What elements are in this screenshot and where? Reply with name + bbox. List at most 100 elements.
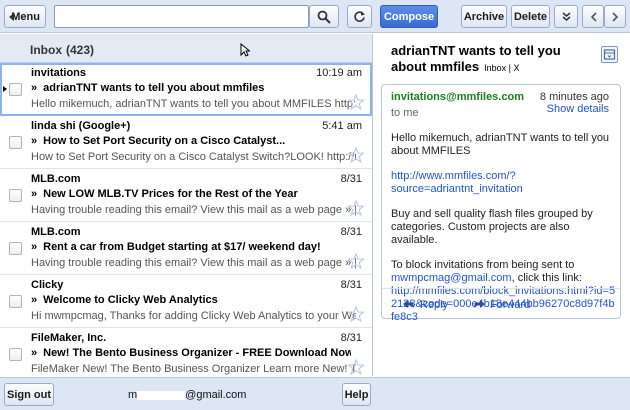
message-checkbox[interactable]	[9, 189, 22, 202]
chevron-left-icon	[590, 11, 597, 22]
star-icon[interactable]	[348, 147, 364, 163]
message-row[interactable]: FileMaker, Inc. 8/31 » New! The Bento Busin…	[0, 328, 372, 376]
menu-button-label: Menu	[11, 10, 40, 23]
star-icon[interactable]	[348, 359, 364, 375]
menu-button[interactable]: Menu	[4, 5, 46, 28]
forward-label: Forward	[490, 299, 531, 311]
message-row[interactable]: MLB.com 8/31 » Rent a car from Budget start…	[0, 222, 372, 275]
mouse-cursor-icon	[240, 43, 250, 57]
message-subject-text: New! The Bento Business Organizer - FREE…	[43, 347, 351, 359]
message-row[interactable]: MLB.com 8/31 » New LOW MLB.TV Prices for th…	[0, 169, 372, 222]
delete-button-label: Delete	[513, 10, 548, 23]
message-snippet: Having trouble reading this email? View …	[31, 204, 356, 216]
subject-marker: »	[31, 294, 38, 306]
help-button[interactable]: Help	[342, 383, 371, 406]
body-block-mid: , click this link:	[511, 272, 582, 284]
subject-marker: »	[31, 241, 38, 253]
show-details-link[interactable]: Show details	[547, 103, 609, 115]
message-subject: » New! The Bento Business Organizer - FRE…	[31, 347, 351, 359]
star-icon[interactable]	[348, 200, 364, 216]
body-block-intro: To block invitations from being sent to	[391, 259, 575, 271]
body-paragraph-2: Buy and sell quality flash files grouped…	[391, 208, 593, 246]
compose-button[interactable]: Compose	[380, 5, 438, 28]
archive-toggle-icon[interactable]	[601, 46, 618, 63]
message-from[interactable]: invitations@mmfiles.com	[391, 91, 524, 103]
message-snippet: FileMaker New! The Bento Business Organi…	[31, 363, 356, 375]
message-checkbox[interactable]	[9, 242, 22, 255]
sign-out-label: Sign out	[7, 388, 51, 401]
reply-button[interactable]: Reply	[403, 299, 448, 311]
message-sender: MLB.com	[31, 173, 81, 185]
message-snippet: Having trouble reading this email? View …	[31, 257, 356, 269]
star-icon[interactable]	[348, 306, 364, 322]
message-snippet: How to Set Port Security on a Cisco Cata…	[31, 151, 356, 163]
search-input[interactable]	[54, 5, 309, 28]
message-subject-text: How to Set Port Security on a Cisco Cata…	[43, 135, 286, 147]
message-subject-text: Rent a car from Budget starting at $17/ …	[43, 241, 321, 253]
star-icon[interactable]	[348, 94, 364, 110]
next-message-button[interactable]	[604, 5, 626, 28]
message-checkbox[interactable]	[9, 348, 22, 361]
message-row[interactable]: linda shi (Google+) 5:41 am » How to Set Po…	[0, 116, 372, 169]
message-sender: MLB.com	[31, 226, 81, 238]
archive-button-label: Archive	[463, 10, 505, 23]
message-subject-heading: adrianTNT wants to tell you about mmfile…	[391, 43, 561, 74]
message-time: 8/31	[340, 226, 362, 238]
message-checkbox[interactable]	[9, 83, 22, 96]
message-time: 8/31	[340, 173, 362, 185]
help-label: Help	[344, 388, 369, 401]
message-subject: » How to Set Port Security on a Cisco Cat…	[31, 135, 351, 147]
message-detail-pane: adrianTNT wants to tell you about mmfile…	[374, 34, 630, 376]
star-icon[interactable]	[348, 253, 364, 269]
subject-marker: »	[31, 347, 38, 359]
message-checkbox[interactable]	[9, 295, 22, 308]
more-actions-button[interactable]	[554, 5, 578, 28]
message-subject-text: adrianTNT wants to tell you about mmfile…	[43, 82, 265, 94]
bottom-bar: Sign out m @gmail.com Help	[0, 377, 630, 410]
body-link-invitation[interactable]: http://www.mmfiles.com/?source=adriantnt…	[391, 170, 523, 195]
archive-button[interactable]: Archive	[461, 5, 507, 28]
sign-out-button[interactable]: Sign out	[4, 383, 54, 406]
body-email-link[interactable]: mwmpcmag@gmail.com	[391, 272, 512, 284]
account-suffix: @gmail.com	[185, 389, 247, 401]
message-to: to me	[391, 107, 419, 119]
body-paragraph-1: Hello mikemuch, adrianTNT wants to tell …	[391, 132, 610, 157]
search-button[interactable]	[309, 5, 339, 28]
message-detail-title: adrianTNT wants to tell you about mmfile…	[391, 43, 596, 76]
message-time: 5:41 am	[322, 120, 362, 132]
message-subject: » Rent a car from Budget starting at $17/…	[31, 241, 351, 253]
message-subject: » adrianTNT wants to tell you about mmfil…	[31, 82, 351, 94]
subject-marker: »	[31, 188, 38, 200]
inbox-count: (423)	[66, 43, 95, 57]
archive-box-icon	[603, 49, 616, 60]
account-email: m @gmail.com	[128, 389, 246, 401]
message-subject: » Welcome to Clicky Web Analytics	[31, 294, 351, 306]
message-labels[interactable]: Inbox | X	[484, 63, 519, 73]
subject-marker: »	[31, 82, 38, 94]
delete-button[interactable]: Delete	[511, 5, 550, 28]
message-subject-text: Welcome to Clicky Web Analytics	[43, 294, 218, 306]
compose-button-label: Compose	[383, 10, 435, 23]
refresh-button[interactable]	[347, 5, 372, 28]
message-list-pane: Inbox (423) invitations 10:19 am » adrianTNT…	[0, 34, 373, 376]
inbox-header: Inbox (423)	[0, 34, 372, 63]
forward-button[interactable]: Forward	[473, 299, 530, 311]
message-row[interactable]: invitations 10:19 am » adrianTNT wants to t…	[0, 63, 372, 116]
message-card: invitations@mmfiles.com to me 8 minutes …	[381, 84, 621, 323]
account-prefix: m	[128, 389, 138, 401]
message-subject-text: New LOW MLB.TV Prices for the Rest of th…	[43, 188, 298, 200]
message-list: invitations 10:19 am » adrianTNT wants to t…	[0, 63, 372, 376]
refresh-icon	[354, 11, 365, 22]
previous-message-button[interactable]	[582, 5, 604, 28]
double-chevron-down-icon	[562, 12, 570, 21]
message-sender: invitations	[31, 67, 87, 79]
message-row[interactable]: Clicky 8/31 » Welcome to Clicky Web Analyti…	[0, 275, 372, 328]
reply-label: Reply	[420, 299, 449, 311]
message-sender: FileMaker, Inc.	[31, 332, 107, 344]
redacted-block	[137, 390, 186, 400]
message-checkbox[interactable]	[9, 136, 22, 149]
message-actions: Reply Forward	[382, 288, 620, 318]
message-snippet: Hello mikemuch, adrianTNT wants to tell …	[31, 98, 356, 110]
forward-arrow-icon	[474, 300, 485, 308]
message-subject: » New LOW MLB.TV Prices for the Rest of t…	[31, 188, 351, 200]
